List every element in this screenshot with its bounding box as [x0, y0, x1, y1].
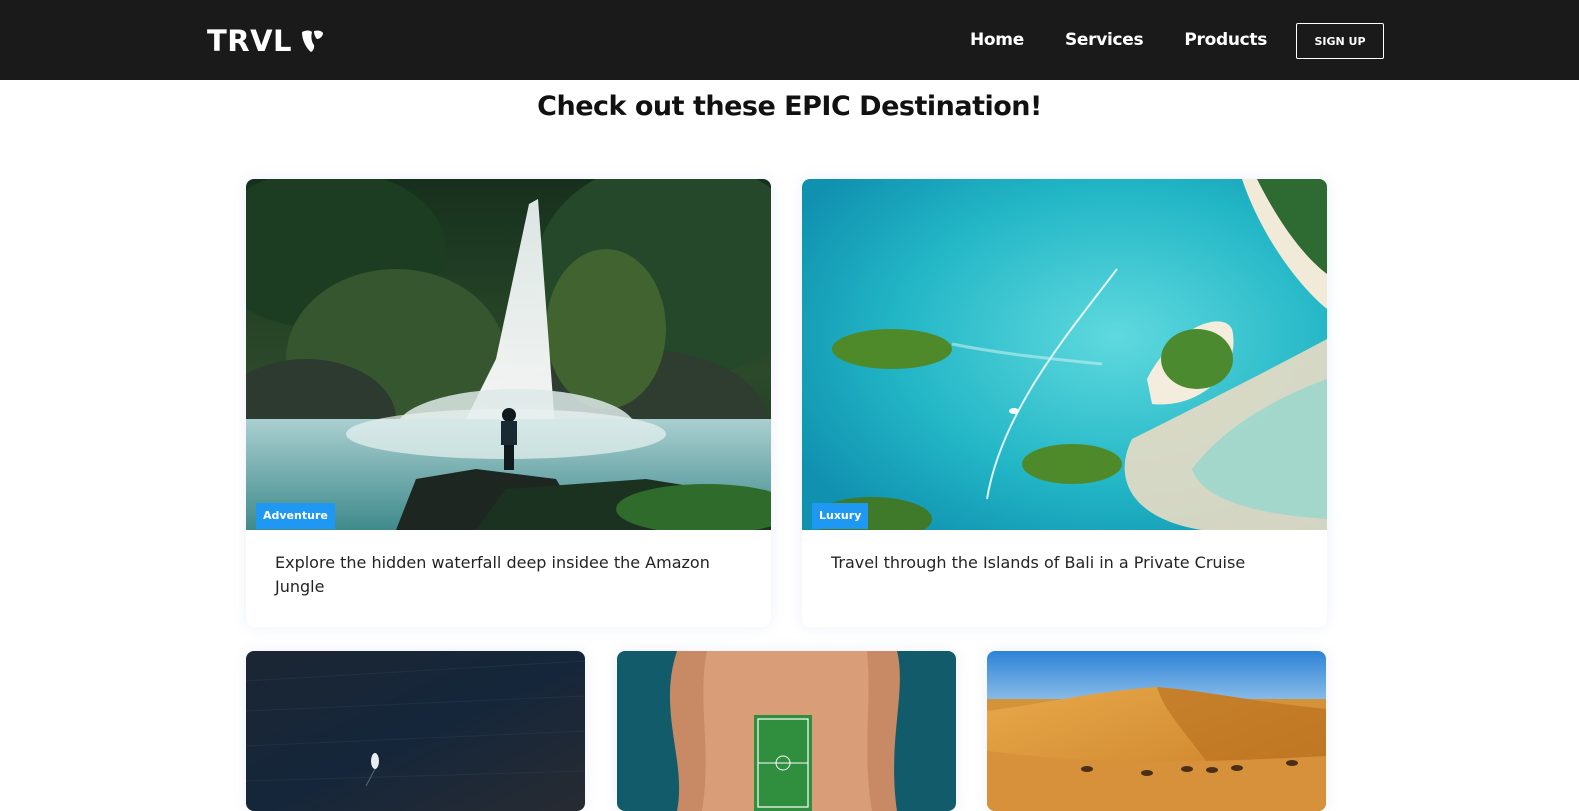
destination-card-waterfall[interactable]: Adventure Explore the hidden waterfall d… — [246, 179, 771, 627]
page-heading: Check out these EPIC Destination! — [537, 91, 1042, 122]
card-title-waterfall[interactable]: Explore the hidden waterfall deep inside… — [275, 551, 715, 599]
ocean-boat-aerial-photo — [246, 651, 585, 811]
island-football-field-photo — [617, 651, 956, 811]
logo[interactable]: TRVL — [207, 24, 325, 58]
card-tag-luxury[interactable]: Luxury — [812, 503, 869, 529]
sign-up-button[interactable]: SIGN UP — [1296, 23, 1384, 59]
destination-card-island-field[interactable] — [617, 651, 956, 811]
nav-link-services[interactable]: Services — [1065, 30, 1144, 50]
navbar: TRVL Home Services Products SIGN UP — [0, 0, 1579, 80]
nav-link-products[interactable]: Products — [1184, 30, 1267, 50]
card-title-bali[interactable]: Travel through the Islands of Bali in a … — [831, 551, 1271, 575]
destination-card-desert[interactable] — [987, 651, 1326, 811]
destination-card-bali[interactable]: Luxury Travel through the Islands of Bal… — [802, 179, 1327, 627]
destination-card-ocean[interactable] — [246, 651, 585, 811]
card-tag-adventure[interactable]: Adventure — [256, 503, 335, 529]
typo3-logo-icon — [302, 30, 324, 52]
nav-menu: Home Services Products — [970, 30, 1308, 50]
nav-link-home[interactable]: Home — [970, 30, 1024, 50]
desert-camel-caravan-photo — [987, 651, 1326, 811]
waterfall-jungle-photo — [246, 179, 771, 530]
logo-text: TRVL — [207, 24, 293, 58]
bali-islands-aerial-photo — [802, 179, 1327, 530]
